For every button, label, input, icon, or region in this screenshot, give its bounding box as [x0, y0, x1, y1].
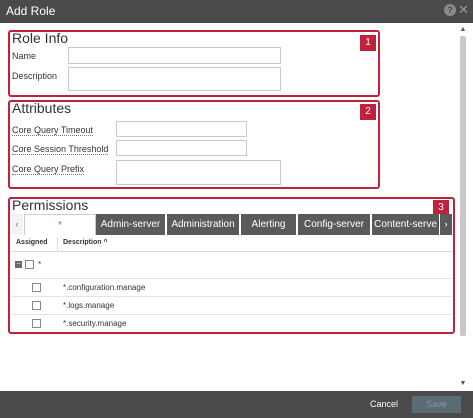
assigned-column-header[interactable]: Assigned	[16, 239, 48, 246]
scroll-thumb[interactable]	[460, 36, 466, 336]
assigned-checkbox[interactable]	[32, 301, 41, 310]
permission-description: *.security.manage	[63, 319, 127, 328]
group-checkbox[interactable]	[25, 260, 34, 269]
assigned-checkbox[interactable]	[32, 283, 41, 292]
role-info-heading: Role Info	[12, 30, 69, 46]
permission-description: *.logs.manage	[63, 301, 115, 310]
table-row[interactable]: *.configuration.manage	[11, 278, 452, 296]
core-query-prefix-label: Core Query Prefix	[12, 164, 85, 175]
scroll-up-icon[interactable]: ▲	[459, 26, 467, 34]
table-row[interactable]: *.security.manage	[11, 314, 452, 332]
close-icon[interactable]: ✕	[458, 2, 469, 18]
core-session-threshold-input[interactable]	[116, 140, 247, 156]
tab-config-server[interactable]: Config-server	[298, 214, 371, 235]
scroll-down-icon[interactable]: ▼	[459, 380, 467, 388]
name-label: Name	[12, 51, 37, 61]
description-column-header[interactable]: Description ^	[63, 239, 108, 246]
vertical-scrollbar[interactable]: ▲ ▼	[459, 26, 467, 388]
help-icon[interactable]: ?	[444, 4, 456, 16]
column-divider[interactable]	[57, 237, 58, 252]
group-label: *	[38, 260, 42, 269]
permissions-grid-header: Assigned Description ^	[11, 237, 452, 252]
core-session-threshold-label: Core Session Threshold	[12, 144, 109, 155]
permissions-heading: Permissions	[12, 197, 89, 213]
description-input[interactable]	[68, 67, 281, 91]
tab-scroll-right-icon[interactable]: ›	[440, 214, 452, 235]
core-query-timeout-label: Core Query Timeout	[12, 125, 94, 136]
tab-alerting[interactable]: Alerting	[241, 214, 297, 235]
name-input[interactable]	[68, 47, 281, 64]
tab-content-server[interactable]: Content-serve	[372, 214, 440, 235]
permission-description: *.configuration.manage	[63, 283, 146, 292]
permission-group-row[interactable]: − *	[11, 256, 452, 274]
save-button[interactable]: Save	[412, 396, 461, 413]
dialog-footer: Cancel Save	[0, 391, 473, 418]
core-query-timeout-input[interactable]	[116, 121, 247, 137]
attributes-heading: Attributes	[12, 100, 72, 116]
dialog-title: Add Role	[6, 4, 56, 18]
tab-administration[interactable]: Administration	[167, 214, 240, 235]
cancel-button[interactable]: Cancel	[363, 396, 405, 413]
description-label: Description	[12, 71, 58, 81]
tab-all[interactable]: *	[24, 214, 96, 235]
assigned-checkbox[interactable]	[32, 319, 41, 328]
collapse-icon[interactable]: −	[15, 261, 22, 268]
core-query-prefix-input[interactable]	[116, 160, 281, 185]
tab-admin-server[interactable]: Admin-server	[96, 214, 166, 235]
dialog-titlebar: Add Role ? ✕	[0, 0, 473, 23]
section-badge-1: 1	[360, 35, 376, 51]
section-badge-2: 2	[360, 104, 376, 120]
tab-scroll-left-icon[interactable]: ‹	[11, 214, 23, 235]
table-row[interactable]: *.logs.manage	[11, 296, 452, 314]
permissions-tabs: ‹ * Admin-server Administration Alerting…	[11, 214, 452, 235]
